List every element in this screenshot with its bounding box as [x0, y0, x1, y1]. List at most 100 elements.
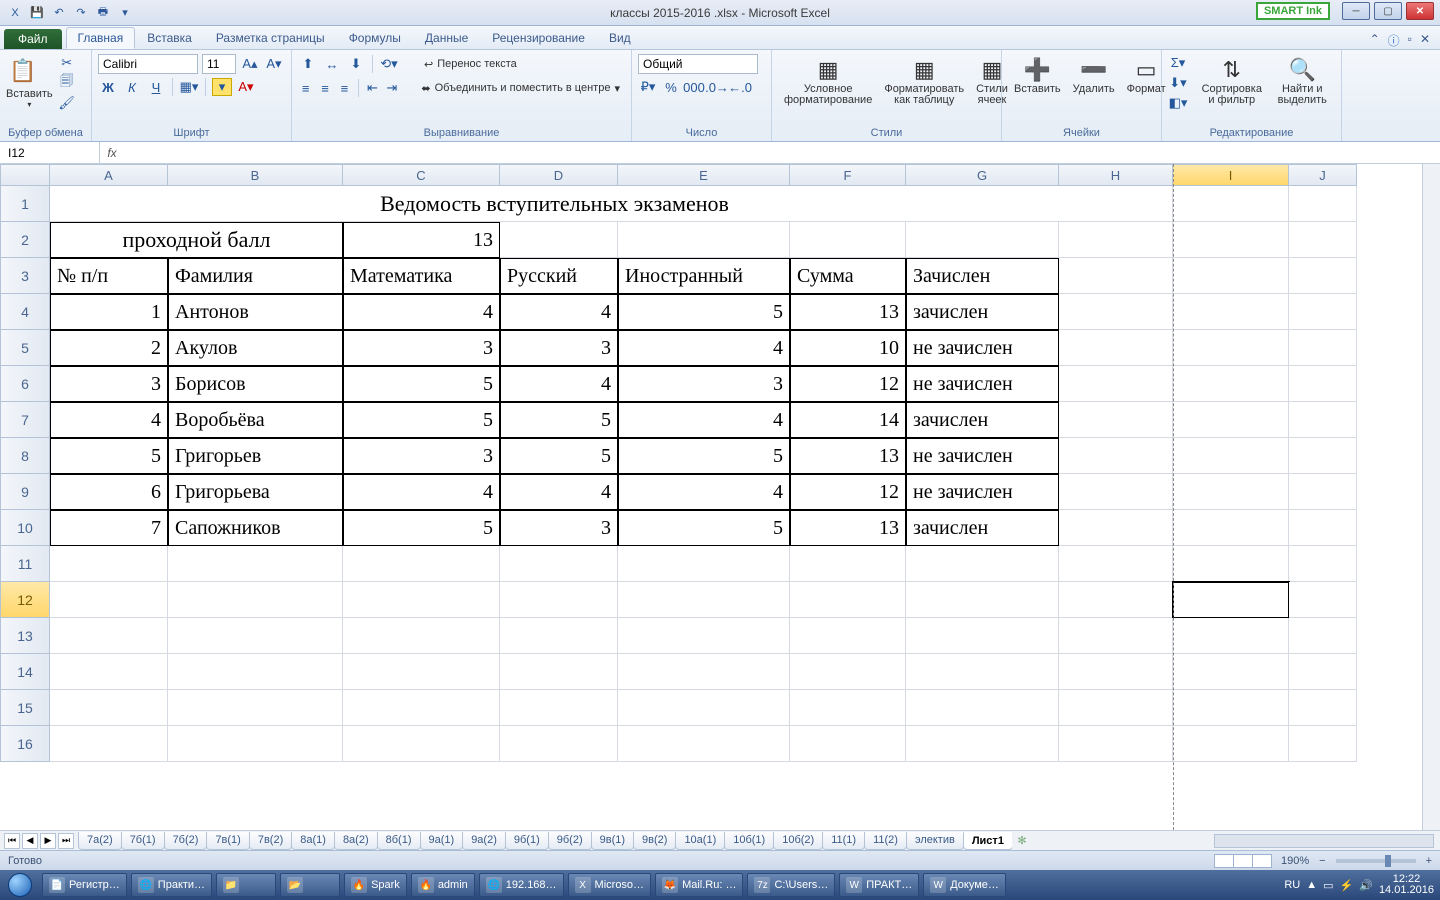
fill-icon[interactable]: ⬇▾: [1168, 74, 1188, 92]
cell-B3[interactable]: Фамилия: [168, 258, 343, 294]
cell-J4[interactable]: [1289, 294, 1357, 330]
merge-center-button[interactable]: ⬌Объединить и поместить в центре ▾: [416, 78, 625, 98]
sheet-tab[interactable]: 10б(1): [724, 832, 774, 850]
col-header-E[interactable]: E: [618, 164, 790, 186]
cell-E2[interactable]: [618, 222, 790, 258]
cell-F3[interactable]: Сумма: [790, 258, 906, 294]
align-middle-icon[interactable]: ↔: [322, 55, 342, 73]
file-tab[interactable]: Файл: [4, 29, 62, 49]
cell-E16[interactable]: [618, 726, 790, 762]
cell-H8[interactable]: [1059, 438, 1173, 474]
row-header-6[interactable]: 6: [0, 366, 50, 402]
cell-C8[interactable]: 3: [343, 438, 500, 474]
paste-button[interactable]: 📋 Вставить ▾: [6, 54, 53, 112]
sheet-tab[interactable]: 9в(1): [591, 832, 634, 850]
cell-F2[interactable]: [790, 222, 906, 258]
cell-I11[interactable]: [1173, 546, 1289, 582]
taskbar-item[interactable]: 📁: [216, 873, 276, 897]
row-header-14[interactable]: 14: [0, 654, 50, 690]
row-header-1[interactable]: 1: [0, 186, 50, 222]
tab-review[interactable]: Рецензирование: [480, 27, 597, 49]
fx-icon[interactable]: fx: [100, 142, 124, 163]
cell-F7[interactable]: 14: [790, 402, 906, 438]
cell-B6[interactable]: Борисов: [168, 366, 343, 402]
sheet-tab[interactable]: 9б(2): [548, 832, 592, 850]
borders-icon[interactable]: ▦▾: [179, 78, 199, 96]
row-header-10[interactable]: 10: [0, 510, 50, 546]
sheet-tab[interactable]: 9а(2): [462, 832, 506, 850]
cell-H4[interactable]: [1059, 294, 1173, 330]
cell-H14[interactable]: [1059, 654, 1173, 690]
increase-decimal-icon[interactable]: .0→: [707, 78, 727, 96]
cell-F4[interactable]: 13: [790, 294, 906, 330]
cell-E4[interactable]: 5: [618, 294, 790, 330]
new-sheet-button[interactable]: ✻: [1012, 834, 1032, 847]
cell-I14[interactable]: [1173, 654, 1289, 690]
cell-F13[interactable]: [790, 618, 906, 654]
taskbar-item[interactable]: 📄Регистр…: [42, 873, 127, 897]
cell-G4[interactable]: зачислен: [906, 294, 1059, 330]
cell-H15[interactable]: [1059, 690, 1173, 726]
cell-J11[interactable]: [1289, 546, 1357, 582]
merged-title-cell[interactable]: Ведомость вступительных экзаменов: [50, 186, 1059, 222]
cell-A10[interactable]: 7: [50, 510, 168, 546]
taskbar-item[interactable]: 🦊Mail.Ru: …: [655, 873, 743, 897]
cell-G15[interactable]: [906, 690, 1059, 726]
tab-formulas[interactable]: Формулы: [337, 27, 413, 49]
cell-J16[interactable]: [1289, 726, 1357, 762]
cell-H13[interactable]: [1059, 618, 1173, 654]
cell-H1[interactable]: [1059, 186, 1173, 222]
cell-J9[interactable]: [1289, 474, 1357, 510]
cell-C4[interactable]: 4: [343, 294, 500, 330]
start-button[interactable]: [0, 870, 40, 900]
cell-D10[interactable]: 3: [500, 510, 618, 546]
cell-J8[interactable]: [1289, 438, 1357, 474]
sheet-tab[interactable]: 7б(1): [121, 832, 165, 850]
cell-J14[interactable]: [1289, 654, 1357, 690]
cell-A9[interactable]: 6: [50, 474, 168, 510]
row-header-11[interactable]: 11: [0, 546, 50, 582]
undo-icon[interactable]: ↶: [50, 4, 68, 22]
row-header-13[interactable]: 13: [0, 618, 50, 654]
decrease-decimal-icon[interactable]: ←.0: [730, 78, 750, 96]
cell-G11[interactable]: [906, 546, 1059, 582]
cell-C5[interactable]: 3: [343, 330, 500, 366]
taskbar-item[interactable]: 7zC:\Users…: [747, 873, 835, 897]
cell-I7[interactable]: [1173, 402, 1289, 438]
minimize-ribbon-icon[interactable]: ⌃: [1370, 32, 1380, 49]
sheet-tab[interactable]: 8а(1): [291, 832, 335, 850]
row-header-2[interactable]: 2: [0, 222, 50, 258]
align-right-icon[interactable]: ≡: [337, 79, 352, 97]
cell-E15[interactable]: [618, 690, 790, 726]
sheet-tab[interactable]: 10б(2): [773, 832, 823, 850]
insert-cells-button[interactable]: ➕Вставить: [1008, 54, 1067, 97]
comma-icon[interactable]: 000: [684, 78, 704, 96]
col-header-J[interactable]: J: [1289, 164, 1357, 186]
cell-C14[interactable]: [343, 654, 500, 690]
cell-D3[interactable]: Русский: [500, 258, 618, 294]
decrease-font-icon[interactable]: A▾: [264, 55, 284, 73]
increase-font-icon[interactable]: A▴: [240, 55, 260, 73]
cell-I8[interactable]: [1173, 438, 1289, 474]
cell-D2[interactable]: [500, 222, 618, 258]
cell-D14[interactable]: [500, 654, 618, 690]
cell-E13[interactable]: [618, 618, 790, 654]
taskbar-item[interactable]: 🔥Spark: [344, 873, 407, 897]
cell-D11[interactable]: [500, 546, 618, 582]
cell-I3[interactable]: [1173, 258, 1289, 294]
cell-F16[interactable]: [790, 726, 906, 762]
sheet-nav-next[interactable]: ▶: [40, 833, 56, 849]
cell-H10[interactable]: [1059, 510, 1173, 546]
cell-I12[interactable]: [1173, 582, 1289, 618]
conditional-format-button[interactable]: ▦Условное форматирование: [778, 54, 878, 108]
cell-C12[interactable]: [343, 582, 500, 618]
horizontal-scrollbar[interactable]: [1214, 834, 1434, 848]
tray-clock[interactable]: 12:22 14.01.2016: [1379, 874, 1434, 896]
cell-C11[interactable]: [343, 546, 500, 582]
tray-flag-icon[interactable]: ▭: [1323, 879, 1333, 892]
tab-data[interactable]: Данные: [413, 27, 480, 49]
align-center-icon[interactable]: ≡: [317, 79, 332, 97]
cell-H9[interactable]: [1059, 474, 1173, 510]
copy-icon[interactable]: 🗐: [57, 74, 77, 92]
cell-I9[interactable]: [1173, 474, 1289, 510]
